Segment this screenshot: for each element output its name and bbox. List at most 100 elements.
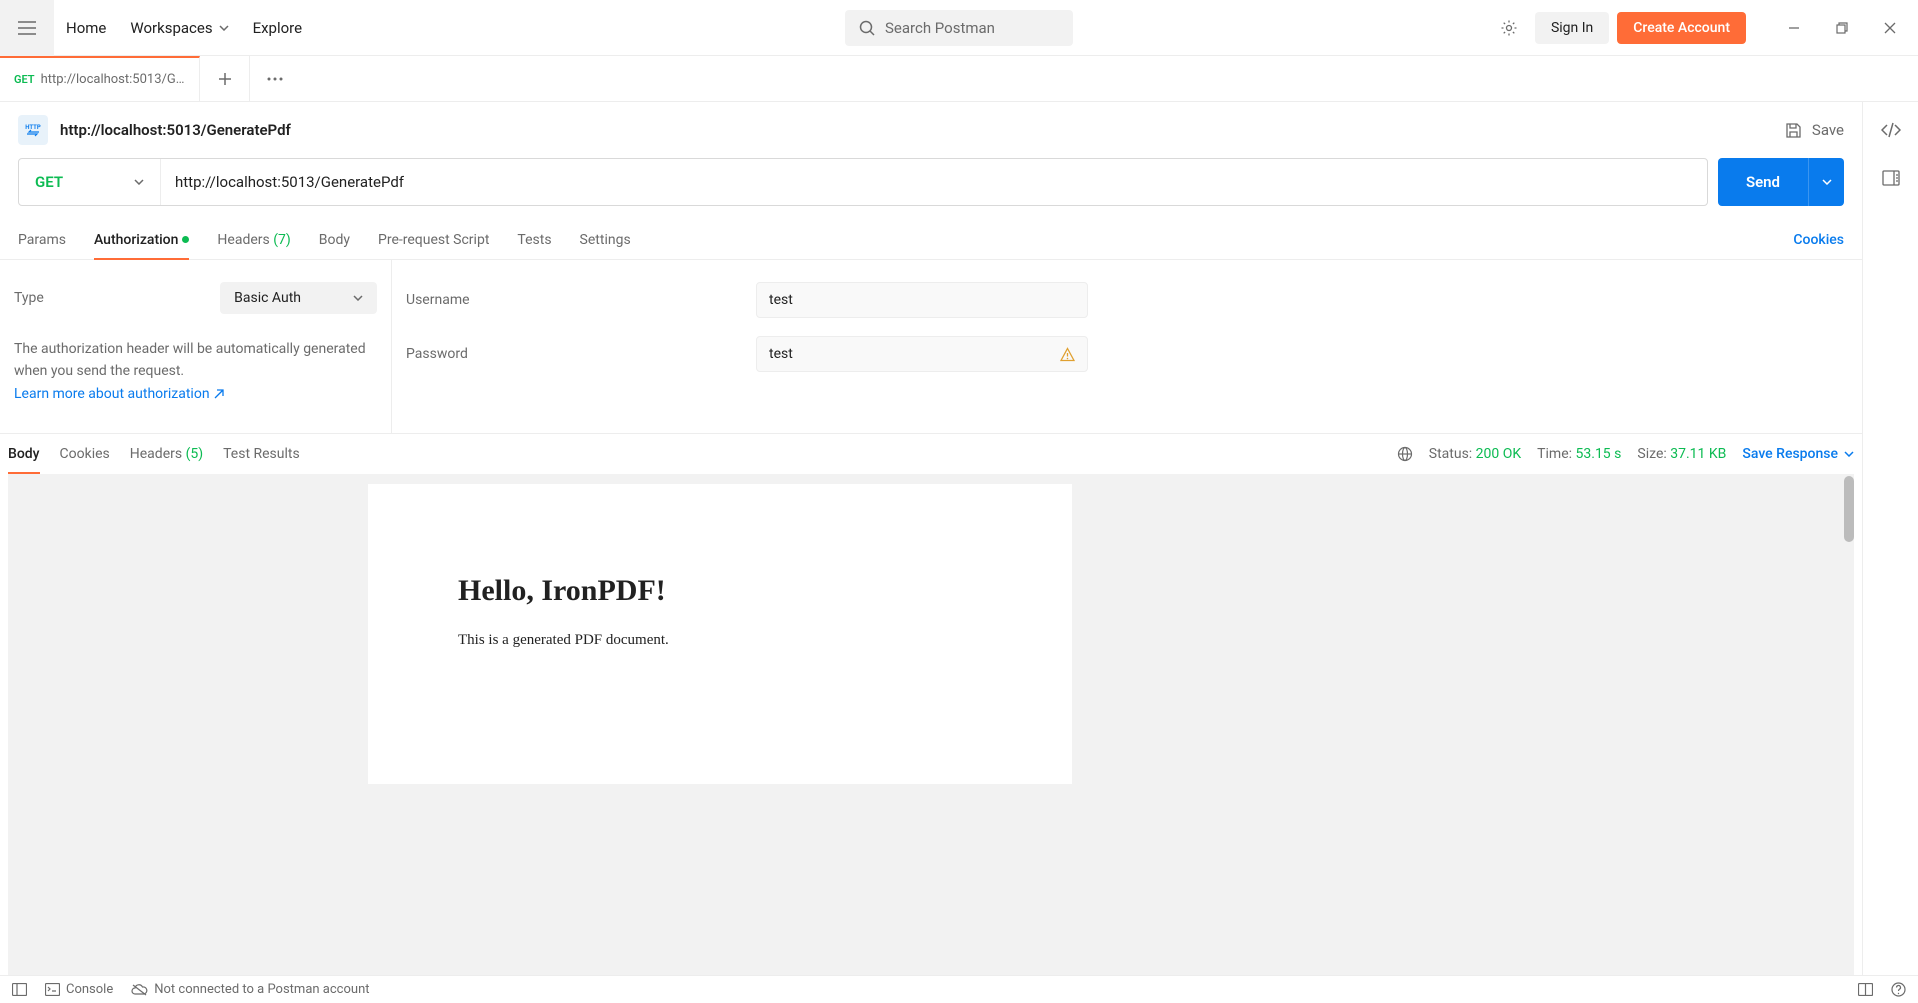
tab-authorization[interactable]: Authorization [94,220,189,259]
http-icon: HTTP [23,120,43,140]
auth-learn-more-link[interactable]: Learn more about authorization [14,383,224,405]
external-link-icon [214,389,224,399]
size-value: 37.11 KB [1670,446,1726,462]
console-icon [45,983,60,996]
resp-tab-headers-count: (5) [186,446,204,462]
console-button[interactable]: Console [45,982,113,997]
url-input[interactable]: http://localhost:5013/GeneratePdf [161,159,1707,205]
create-account-button[interactable]: Create Account [1617,12,1746,44]
warning-icon [1060,347,1075,362]
time-value: 53.15 s [1576,446,1622,462]
minimize-icon [1788,22,1800,34]
connection-label: Not connected to a Postman account [154,982,369,997]
response-tabs: Body Cookies Headers (5) Test Results St… [0,434,1862,474]
panel-left-icon [12,983,27,996]
minimize-button[interactable] [1782,16,1806,40]
code-icon [1881,122,1901,138]
auth-type-row: Type Basic Auth [14,282,377,314]
more-icon [267,77,283,81]
save-icon [1785,122,1802,139]
tab-headers[interactable]: Headers (7) [217,220,290,259]
gear-icon [1500,19,1518,37]
resp-tab-cookies[interactable]: Cookies [60,434,110,474]
pdf-heading: Hello, IronPDF! [458,574,982,608]
footer-right [1858,982,1906,997]
resp-tab-headers[interactable]: Headers (5) [130,434,203,474]
app-header: Home Workspaces Explore Search Postman S… [0,0,1918,56]
status-group: Status: 200 OK [1429,446,1521,462]
auth-type-label: Type [14,290,44,306]
request-tab[interactable]: GET http://localhost:5013/Gen [0,56,200,101]
url-box: GET http://localhost:5013/GeneratePdf [18,158,1708,206]
right-rail [1862,102,1918,975]
close-button[interactable] [1878,16,1902,40]
help-button[interactable] [1891,982,1906,997]
response-scrollbar[interactable] [1844,476,1854,542]
hamburger-icon [18,21,36,35]
svg-text:HTTP: HTTP [25,124,41,131]
password-label: Password [406,346,756,362]
method-label: GET [35,173,63,191]
nav-left: Home Workspaces Explore [54,15,302,41]
password-input[interactable]: test [756,336,1088,372]
header-right: Sign In Create Account [1491,10,1918,46]
search-input[interactable]: Search Postman [845,10,1073,46]
http-badge: HTTP [18,115,48,145]
close-icon [1884,22,1896,34]
auth-password-row: Password test [406,336,1848,372]
settings-button[interactable] [1491,10,1527,46]
maximize-button[interactable] [1830,16,1854,40]
nav-explore[interactable]: Explore [253,15,303,41]
two-pane-icon [1858,983,1873,996]
password-value: test [769,346,793,362]
console-label: Console [66,982,113,997]
hamburger-menu[interactable] [0,0,54,56]
connection-status[interactable]: Not connected to a Postman account [131,982,369,997]
auth-panel: Type Basic Auth The authorization header… [0,260,1862,434]
signin-button[interactable]: Sign In [1535,12,1609,44]
search-wrap: Search Postman [845,10,1073,46]
send-button[interactable]: Send [1718,158,1808,206]
cookies-link[interactable]: Cookies [1793,232,1844,248]
nav-home[interactable]: Home [66,15,106,41]
resp-tab-testresults[interactable]: Test Results [223,434,300,474]
footer-sidebar-toggle[interactable] [12,983,27,996]
auth-description: The authorization header will be automat… [14,338,377,405]
chevron-down-icon [353,295,363,301]
username-input[interactable]: test [756,282,1088,318]
response-meta: Status: 200 OK Time: 53.15 s Size: 37.11… [1397,446,1854,462]
tab-headers-count: (7) [273,232,291,248]
footer: Console Not connected to a Postman accou… [0,975,1918,1003]
method-select[interactable]: GET [19,159,161,205]
request-title: http://localhost:5013/GeneratePdf [60,121,291,139]
code-button[interactable] [1881,122,1901,138]
save-button[interactable]: Save [1785,121,1844,139]
resp-tab-body[interactable]: Body [8,434,40,474]
auth-right: Username test Password test [392,260,1862,433]
tab-prerequest[interactable]: Pre-request Script [378,220,489,259]
response-body[interactable]: Hello, IronPDF! This is a generated PDF … [8,474,1854,975]
chevron-down-icon [134,179,144,185]
nav-workspaces[interactable]: Workspaces [130,15,228,41]
search-icon [859,20,875,36]
tab-params[interactable]: Params [18,220,66,259]
maximize-icon [1836,22,1848,34]
tab-more-button[interactable] [250,56,300,101]
time-group: Time: 53.15 s [1537,446,1621,462]
globe-icon[interactable] [1397,446,1413,462]
request-subtabs: Params Authorization Headers (7) Body Pr… [0,220,1862,260]
sidebar-collapse-button[interactable] [1882,170,1900,186]
tab-tests[interactable]: Tests [517,220,551,259]
tab-title: http://localhost:5013/Gen [41,72,185,87]
auth-type-select[interactable]: Basic Auth [220,282,377,314]
footer-layout-toggle[interactable] [1858,983,1873,996]
chevron-down-icon [1844,451,1854,457]
tab-settings[interactable]: Settings [580,220,631,259]
nav-workspaces-label: Workspaces [130,19,212,37]
send-dropdown[interactable] [1808,158,1844,206]
add-tab-button[interactable] [200,56,250,101]
tab-body[interactable]: Body [319,220,350,259]
auth-type-value: Basic Auth [234,290,301,306]
save-response-button[interactable]: Save Response [1742,446,1854,462]
auth-learn-more-label: Learn more about authorization [14,383,210,405]
